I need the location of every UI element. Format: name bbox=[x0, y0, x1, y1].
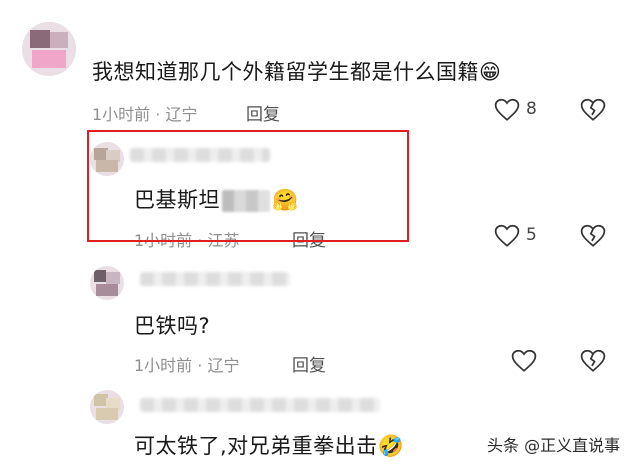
rofl-emoji-icon: 🤣 bbox=[377, 434, 405, 458]
dislike-icon[interactable] bbox=[580, 98, 606, 122]
dislike-icon[interactable] bbox=[580, 349, 606, 373]
heart-icon bbox=[494, 98, 520, 121]
comment-text: 我想知道那几个外籍留学生都是什么国籍😁 bbox=[92, 56, 501, 86]
reply-button[interactable]: 回复 bbox=[292, 351, 326, 376]
heart-icon bbox=[494, 224, 520, 247]
avatar[interactable] bbox=[22, 22, 76, 76]
like-button[interactable]: 8 bbox=[494, 96, 544, 124]
comment-meta: 1小时前 · 辽宁 bbox=[134, 356, 240, 375]
comment-body: 我想知道那几个外籍留学生都是什么国籍 bbox=[92, 60, 479, 84]
heart-icon[interactable] bbox=[511, 349, 537, 373]
comment-meta: 1小时前 · 辽宁 bbox=[92, 105, 198, 124]
watermark: 头条 @正义直说事 bbox=[487, 436, 621, 455]
username[interactable] bbox=[140, 398, 380, 412]
dislike-icon[interactable] bbox=[580, 224, 606, 248]
username[interactable] bbox=[140, 272, 290, 286]
comment-text: 巴铁吗? bbox=[134, 314, 211, 338]
avatar[interactable] bbox=[90, 390, 124, 424]
highlight-box bbox=[87, 130, 409, 242]
like-count: 5 bbox=[526, 225, 537, 245]
reply-button[interactable]: 回复 bbox=[246, 100, 280, 125]
like-count: 8 bbox=[526, 99, 537, 119]
avatar[interactable] bbox=[90, 266, 124, 300]
comment-body: 可太铁了,对兄弟重拳出击 bbox=[134, 434, 378, 458]
comment-text: 可太铁了,对兄弟重拳出击🤣 bbox=[134, 430, 404, 460]
grin-emoji-icon: 😁 bbox=[479, 60, 502, 84]
like-button[interactable]: 5 bbox=[494, 222, 544, 250]
